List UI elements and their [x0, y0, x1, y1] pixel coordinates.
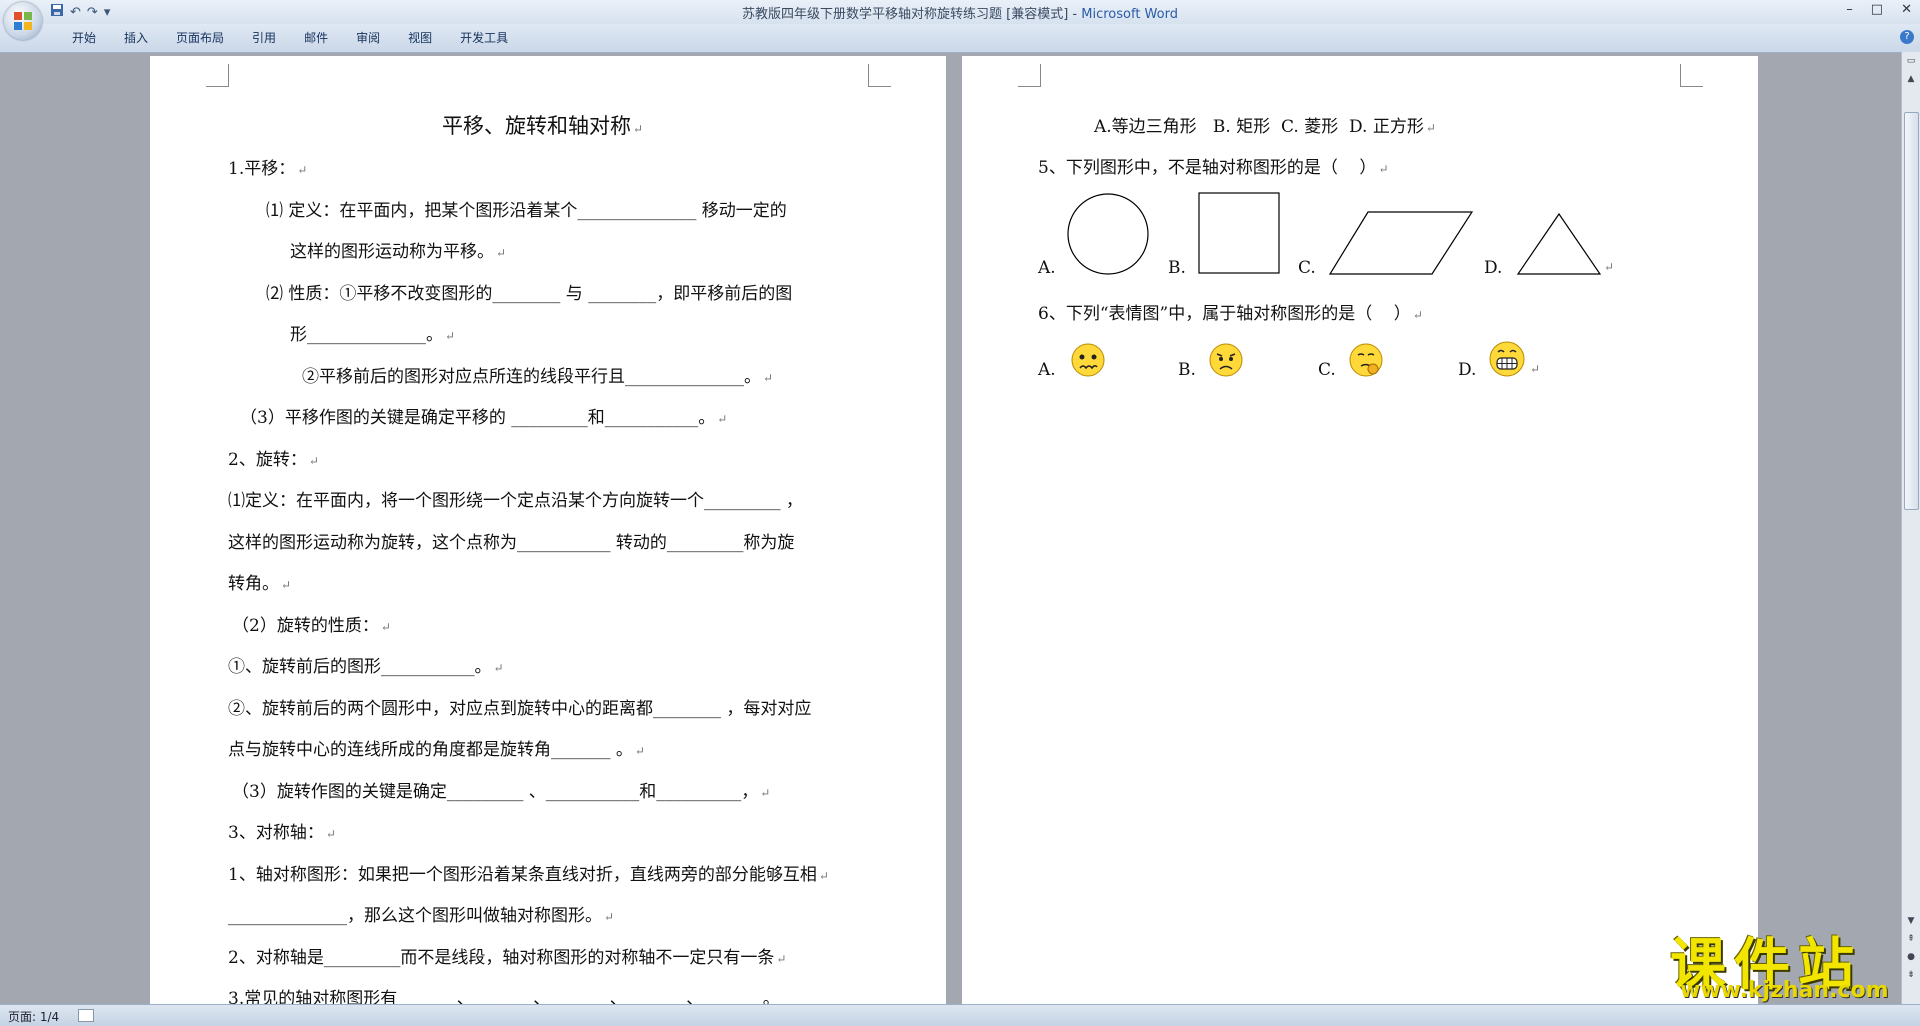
maximize-button[interactable]: □ [1871, 2, 1883, 17]
circle-shape [1067, 193, 1149, 275]
document-name: 苏教版四年级下册数学平移轴对称旋转练习题 [兼容模式] - [742, 7, 1082, 22]
text-line: 这样的图形运动称为旋转，这个点称为___________ 转动的________… [228, 533, 795, 553]
text-line: （2）旋转的性质： ↵ [232, 616, 391, 636]
document-title: 平移、旋转和轴对称 ↵ [442, 114, 644, 138]
option-label: C. [1318, 360, 1336, 380]
text-line: ②平移前后的图形对应点所连的线段平行且______________。 ↵ [302, 367, 774, 387]
option-label: A. [1038, 360, 1056, 380]
status-bar: 页面: 1/4 [0, 1004, 1920, 1026]
text-line: 转角。 ↵ [228, 574, 292, 594]
text-line: ②、旋转前后的两个圆形中，对应点到旋转中心的距离都________ ，每对对应 [228, 699, 812, 719]
scrollbar-thumb[interactable] [1904, 112, 1919, 510]
document-page-1[interactable]: 平移、旋转和轴对称 ↵ 1.平移： ↵ ⑴ 定义：在平面内，把某个图形沿着某个___… [150, 56, 946, 1004]
text-line: （3）旋转作图的关键是确定_________ 、___________和____… [232, 782, 771, 802]
next-page-button[interactable]: ⇟ [1904, 968, 1918, 982]
text-line: （3）平移作图的关键是确定平移的 _________和___________。 ↵ [240, 408, 728, 428]
app-name: Microsoft Word [1081, 7, 1178, 22]
ruler-toggle-icon[interactable]: ▭ [1904, 54, 1918, 68]
text-line: 形______________。 ↵ [290, 325, 456, 345]
q4-options: A.等边三角形 B. 矩形 C. 菱形 D. 正方形 ↵ [1094, 117, 1436, 137]
tab-developer[interactable]: 开发工具 [446, 29, 522, 47]
triangle-shape [1516, 212, 1602, 275]
crop-mark [206, 64, 229, 87]
question-6: 6、下列“表情图”中，属于轴对称图形的是（ ） ↵ [1038, 304, 1423, 324]
option-label: C. [1298, 258, 1316, 278]
office-button[interactable] [4, 2, 42, 40]
option-label: B. [1168, 258, 1186, 278]
window-title: 苏教版四年级下册数学平移轴对称旋转练习题 [兼容模式] - Microsoft … [0, 3, 1920, 22]
option-label: D. [1484, 258, 1503, 278]
tab-review[interactable]: 审阅 [342, 29, 394, 47]
crop-mark [1680, 64, 1703, 87]
parallelogram-shape [1328, 211, 1474, 275]
previous-page-button[interactable]: ⇞ [1904, 932, 1918, 946]
option-label: B. [1178, 360, 1196, 380]
grinning-face-icon [1489, 341, 1525, 377]
office-logo-icon [14, 12, 32, 30]
document-page-2[interactable]: A.等边三角形 B. 矩形 C. 菱形 D. 正方形 ↵ 5、下列图形中，不是轴对… [962, 56, 1758, 1004]
text-line: 这样的图形运动称为平移。 ↵ [290, 242, 507, 262]
sad-face-icon [1209, 343, 1243, 377]
tab-view[interactable]: 视图 [394, 29, 446, 47]
text-line: 2、旋转： ↵ [228, 450, 319, 470]
tab-insert[interactable]: 插入 [110, 29, 162, 47]
text-line: 3、对称轴： ↵ [228, 823, 336, 843]
option-label: D. [1458, 360, 1477, 380]
paragraph-mark: ↵ [1530, 362, 1541, 376]
site-watermark: 课件站 www.kjzhan.com [1666, 920, 1906, 1004]
tab-page-layout[interactable]: 页面布局 [162, 29, 238, 47]
text-line: ⑴定义：在平面内，将一个图形绕一个定点沿某个方向旋转一个_________ ， [228, 491, 803, 511]
text-line: 3.常见的轴对称图形有_______、_______、_______、_____… [228, 989, 780, 1004]
title-bar: ↶ ↷ ▾ 苏教版四年级下册数学平移轴对称旋转练习题 [兼容模式] - Micr… [0, 0, 1920, 24]
close-button[interactable]: ✕ [1901, 2, 1912, 17]
minimize-button[interactable]: – [1846, 2, 1853, 17]
paragraph-mark: ↵ [1604, 260, 1615, 274]
ribbon: 开始 插入 页面布局 引用 邮件 审阅 视图 开发工具 ? [0, 24, 1920, 53]
help-icon[interactable]: ? [1900, 30, 1914, 44]
vertical-scrollbar[interactable]: ▭ ▲ ▼ ⇞ ● ⇟ [1901, 52, 1920, 1004]
text-line: ⑵ 性质：①平移不改变图形的________ 与 ________，即平移前后的… [266, 284, 793, 304]
ribbon-tabs: 开始 插入 页面布局 引用 邮件 审阅 视图 开发工具 [58, 29, 522, 47]
text-line: ⑴ 定义：在平面内，把某个图形沿着某个______________ 移动一定的 [266, 201, 787, 221]
crop-mark [868, 64, 891, 87]
text-line: ______________，那么这个图形叫做轴对称图形。 ↵ [228, 906, 615, 926]
option-label: A. [1038, 258, 1056, 278]
worried-face-icon [1071, 343, 1105, 377]
text-line: 点与旋转中心的连线所成的角度都是旋转角_______ 。 ↵ [228, 740, 645, 760]
select-browse-object-button[interactable]: ● [1904, 950, 1918, 964]
scroll-down-button[interactable]: ▼ [1904, 914, 1918, 928]
text-line: 1、轴对称图形：如果把一个图形沿着某条直线对折，直线两旁的部分能够互相 ↵ [228, 865, 829, 885]
question-5: 5、下列图形中，不是轴对称图形的是（ ） ↵ [1038, 158, 1389, 178]
tab-references[interactable]: 引用 [238, 29, 290, 47]
page-indicator[interactable]: 页面: 1/4 [8, 1008, 59, 1025]
tab-home[interactable]: 开始 [58, 29, 110, 47]
crop-mark [1018, 64, 1041, 87]
tab-mailings[interactable]: 邮件 [290, 29, 342, 47]
square-shape [1198, 192, 1280, 274]
macro-record-icon[interactable] [78, 1009, 94, 1022]
scroll-up-button[interactable]: ▲ [1904, 72, 1918, 86]
text-line: 1.平移： ↵ [228, 159, 308, 179]
window-controls: – □ ✕ [1846, 2, 1912, 17]
thinking-face-icon [1349, 343, 1383, 377]
text-line: 2、对称轴是_________而不是线段，轴对称图形的对称轴不一定只有一条 ↵ [228, 948, 787, 968]
text-line: ①、旋转前后的图形___________。 ↵ [228, 657, 504, 677]
watermark-url: www.kjzhan.com [1680, 978, 1889, 1003]
